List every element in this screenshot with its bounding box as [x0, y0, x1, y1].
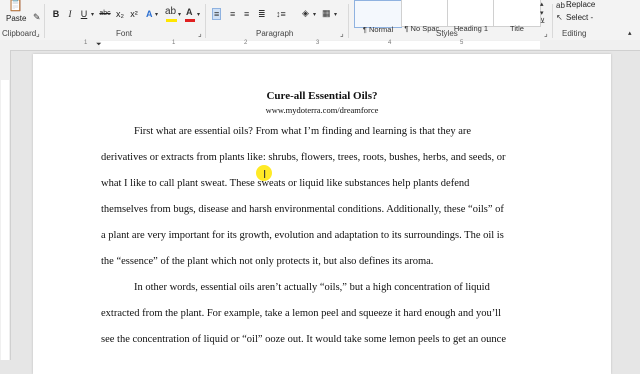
dialog-launcher-icon[interactable]: ⌟	[198, 29, 202, 38]
chevron-down-icon[interactable]: ▾	[155, 10, 158, 20]
font-group-label: Font	[116, 29, 133, 38]
paragraph-line: a plant are very important for its growt…	[101, 230, 504, 241]
style-title[interactable]: Title	[493, 0, 541, 33]
ruler-mark: 5	[460, 40, 464, 46]
ribbon: 📋 Paste ✎ B I U ▾ abc x₂ x² A ▾ ab ▾ A ▾…	[0, 0, 640, 41]
ruler-mark: 2	[244, 40, 248, 46]
document-url: www.mydoterra.com/dreamforce	[265, 105, 379, 115]
justify-icon[interactable]: ≣	[258, 9, 266, 19]
chevron-down-icon[interactable]: ▾	[178, 10, 181, 20]
paragraph-line: In other words, essential oils aren’t ac…	[134, 282, 490, 293]
styles-group-label: Styles	[436, 29, 458, 38]
format-painter-icon[interactable]: ✎	[33, 12, 41, 22]
borders-icon[interactable]: ▦	[322, 8, 331, 18]
ruler-text-area	[100, 41, 540, 49]
bold-button[interactable]: B	[50, 8, 62, 20]
text-cursor-icon: I	[263, 168, 267, 181]
shading-icon[interactable]: ◈	[302, 8, 309, 18]
paragraph-line: derivatives or extracts from plants like…	[101, 152, 506, 163]
font-color-swatch	[185, 19, 195, 22]
paste-button[interactable]: Paste	[6, 14, 26, 23]
superscript-button[interactable]: x²	[128, 8, 140, 20]
style-normal[interactable]: ¶ Normal	[354, 0, 402, 34]
subscript-button[interactable]: x₂	[114, 8, 126, 20]
align-right-icon[interactable]: ≡	[244, 9, 249, 19]
chevron-down-icon[interactable]: ▾	[313, 10, 316, 20]
select-icon[interactable]: ↖	[556, 13, 563, 23]
ruler-mark: 4	[388, 40, 392, 46]
paste-icon[interactable]: 📋	[8, 0, 23, 11]
underline-button[interactable]: U	[78, 8, 90, 20]
styles-more-icon[interactable]: ⊻	[540, 17, 545, 27]
align-center-icon[interactable]: ≡	[230, 9, 235, 19]
paragraph-line: First what are essential oils? From what…	[134, 126, 472, 137]
replace-button[interactable]: Replace	[566, 0, 595, 9]
horizontal-ruler[interactable]: 1 ⏷ 1 2 3 4 5	[0, 40, 640, 51]
editing-group-label: Editing	[562, 29, 587, 38]
vertical-ruler[interactable]	[0, 50, 11, 360]
style-heading-1[interactable]: Heading 1	[447, 0, 495, 33]
chevron-down-icon[interactable]: ▾	[91, 10, 94, 20]
ruler-mark: 3	[316, 40, 320, 46]
indent-marker-icon[interactable]: ⏷	[96, 40, 102, 50]
strikethrough-button[interactable]: abc	[97, 8, 113, 20]
line-spacing-icon[interactable]: ↕≡	[276, 9, 286, 19]
paragraph-group-label: Paragraph	[256, 29, 294, 38]
paragraph-line: the “essence” of the plant which not onl…	[101, 256, 434, 267]
style-no-spacing[interactable]: ¶ No Spac...	[401, 0, 449, 33]
highlight-color-swatch	[166, 19, 177, 22]
paragraph-line: extracted from the plant. For example, t…	[101, 308, 502, 319]
text-effects-icon[interactable]: A	[146, 9, 153, 19]
paragraph-line: see the concentration of liquid or “oil”…	[101, 334, 506, 345]
ruler-mark: 1	[172, 40, 176, 46]
vertical-ruler-text-area	[1, 80, 9, 360]
dialog-launcher-icon[interactable]: ⌟	[544, 29, 548, 38]
italic-button[interactable]: I	[64, 8, 76, 20]
ruler-mark: 1	[84, 40, 88, 46]
font-color-icon[interactable]: A	[186, 7, 193, 17]
paragraph-line: what I like to call plant sweat. These s…	[101, 178, 470, 189]
dialog-launcher-icon[interactable]: ⌟	[36, 29, 40, 38]
dialog-launcher-icon[interactable]: ⌟	[340, 29, 344, 38]
chevron-down-icon[interactable]: ▾	[334, 10, 337, 20]
select-button[interactable]: Select -	[566, 13, 593, 22]
clipboard-group-label: Clipboard	[2, 29, 37, 38]
document-page[interactable]: Cure-all Essential Oils? www.mydoterra.c…	[33, 54, 611, 374]
highlight-icon[interactable]: ab	[165, 7, 176, 17]
ribbon-group-labels: Clipboard ⌟ Font ⌟ Paragraph ⌟ Styles ⌟ …	[0, 28, 640, 40]
document-title: Cure-all Essential Oils?	[266, 90, 378, 102]
chevron-down-icon[interactable]: ▾	[197, 10, 200, 20]
align-left-icon[interactable]: ≡	[212, 8, 222, 20]
paragraph-line: themselves from bugs, disease and harsh …	[101, 204, 504, 215]
